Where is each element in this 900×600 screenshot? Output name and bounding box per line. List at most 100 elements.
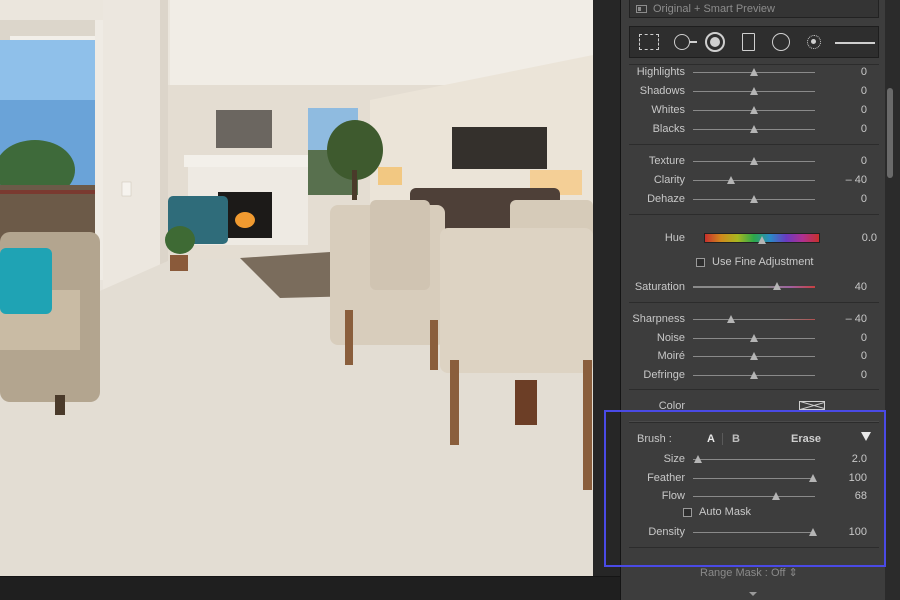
adjustment-brush-tool[interactable] (803, 32, 825, 52)
slider-track[interactable] (693, 333, 815, 342)
slider-value[interactable]: 0 (815, 350, 867, 362)
slider-moire[interactable]: Moiré 0 (629, 348, 879, 364)
slider-track[interactable] (693, 370, 815, 379)
section-divider (629, 389, 879, 390)
auto-mask-toggle[interactable]: Auto Mask (683, 506, 751, 518)
slider-value[interactable]: 0 (815, 123, 867, 135)
slider-value[interactable]: 0 (815, 369, 867, 381)
photo-canvas[interactable] (0, 0, 593, 576)
slider-track[interactable] (693, 314, 815, 323)
brush-erase-button[interactable]: Erase (791, 433, 821, 445)
slider-track[interactable] (693, 351, 815, 360)
slider-label: Saturation (634, 281, 685, 293)
brush-divider (722, 433, 723, 445)
red-eye-tool[interactable] (704, 32, 726, 52)
slider-value[interactable]: 0.0 (825, 232, 877, 244)
radial-filter-tool[interactable] (770, 32, 792, 52)
slider-value[interactable]: – 40 (815, 313, 867, 325)
slider-handle[interactable] (771, 491, 780, 500)
slider-handle[interactable] (750, 351, 758, 360)
slider-brush-flow[interactable]: Flow 68 (629, 488, 879, 504)
slider-handle[interactable] (750, 194, 758, 203)
slider-label: Whites (651, 104, 685, 116)
section-divider (629, 214, 879, 215)
slider-whites[interactable]: Whites 0 (629, 102, 879, 118)
brush-b-button[interactable]: B (732, 433, 740, 445)
smart-preview-status[interactable]: Original + Smart Preview (629, 0, 879, 18)
slider-handle[interactable] (750, 105, 758, 114)
slider-defringe[interactable]: Defringe 0 (629, 367, 879, 383)
slider-handle[interactable] (808, 527, 817, 536)
slider-handle[interactable] (750, 124, 758, 133)
slider-value[interactable]: 0 (815, 85, 867, 97)
spot-removal-tool[interactable] (671, 32, 697, 52)
slider-track[interactable] (693, 67, 815, 76)
fine-adjustment-toggle[interactable]: Use Fine Adjustment (696, 256, 814, 268)
slider-track[interactable] (693, 175, 815, 184)
slider-track[interactable] (693, 491, 815, 500)
color-swatch-none[interactable] (799, 401, 825, 410)
slider-blacks[interactable]: Blacks 0 (629, 121, 879, 137)
slider-handle[interactable] (726, 314, 735, 323)
slider-label: Blacks (652, 123, 685, 135)
slider-texture[interactable]: Texture 0 (629, 153, 879, 169)
smart-preview-icon (636, 4, 647, 13)
slider-clarity[interactable]: Clarity – 40 (629, 172, 879, 188)
slider-value[interactable]: 0 (815, 66, 867, 78)
color-row[interactable]: Color (629, 398, 879, 414)
slider-value[interactable]: 0 (815, 104, 867, 116)
slider-value[interactable]: 2.0 (815, 453, 867, 465)
slider-value[interactable]: 0 (815, 155, 867, 167)
slider-handle[interactable] (758, 236, 766, 244)
panel-collapse-icon[interactable] (749, 592, 757, 596)
slider-saturation[interactable]: Saturation 40 (629, 279, 879, 295)
slider-value[interactable]: 100 (815, 526, 867, 538)
slider-brush-size[interactable]: Size 2.0 (629, 451, 879, 467)
slider-track[interactable] (693, 194, 815, 203)
slider-track[interactable] (693, 86, 815, 95)
slider-track[interactable] (693, 527, 817, 536)
slider-brush-density[interactable]: Density 100 (629, 524, 879, 540)
range-mask-control[interactable]: Range Mask : Off ⇕ (700, 566, 798, 579)
slider-track[interactable] (693, 454, 815, 463)
slider-handle[interactable] (750, 67, 758, 76)
panel-scrollbar-thumb[interactable] (887, 88, 893, 178)
fine-adjustment-checkbox[interactable] (696, 257, 705, 267)
slider-handle[interactable] (750, 86, 758, 95)
slider-hue[interactable]: Hue 0.0 (629, 230, 879, 246)
slider-label: Defringe (643, 369, 685, 381)
slider-brush-feather[interactable]: Feather 100 (629, 470, 879, 486)
range-mask-value[interactable]: Off (771, 567, 785, 579)
slider-dehaze[interactable]: Dehaze 0 (629, 191, 879, 207)
slider-track[interactable] (693, 124, 815, 133)
slider-track[interactable] (693, 282, 815, 290)
slider-value[interactable]: 68 (815, 490, 867, 502)
graduated-filter-tool[interactable] (737, 32, 759, 52)
collapse-triangle-icon[interactable] (861, 432, 871, 441)
slider-value[interactable]: 0 (815, 332, 867, 344)
hue-spectrum-track[interactable] (704, 233, 820, 244)
slider-handle[interactable] (750, 333, 758, 342)
crop-overlay-tool[interactable] (638, 32, 660, 52)
slider-sharpness[interactable]: Sharpness – 40 (629, 311, 879, 327)
slider-noise[interactable]: Noise 0 (629, 330, 879, 346)
slider-label: Size (663, 453, 685, 465)
slider-handle[interactable] (693, 454, 702, 463)
slider-value[interactable]: 40 (815, 281, 867, 293)
slider-track[interactable] (693, 105, 815, 114)
slider-handle[interactable] (726, 175, 735, 184)
slider-label: Dehaze (647, 193, 685, 205)
slider-track[interactable] (693, 156, 815, 165)
auto-mask-checkbox[interactable] (683, 507, 692, 517)
slider-shadows[interactable]: Shadows 0 (629, 83, 879, 99)
brush-a-button[interactable]: A (707, 433, 715, 445)
slider-track[interactable] (693, 473, 817, 482)
slider-handle[interactable] (750, 156, 758, 165)
slider-handle[interactable] (750, 370, 758, 379)
slider-highlights[interactable]: Highlights 0 (629, 64, 879, 80)
slider-handle[interactable] (808, 473, 817, 482)
slider-handle[interactable] (773, 282, 782, 290)
slider-value[interactable]: – 40 (815, 174, 867, 186)
slider-value[interactable]: 0 (815, 193, 867, 205)
slider-value[interactable]: 100 (815, 472, 867, 484)
